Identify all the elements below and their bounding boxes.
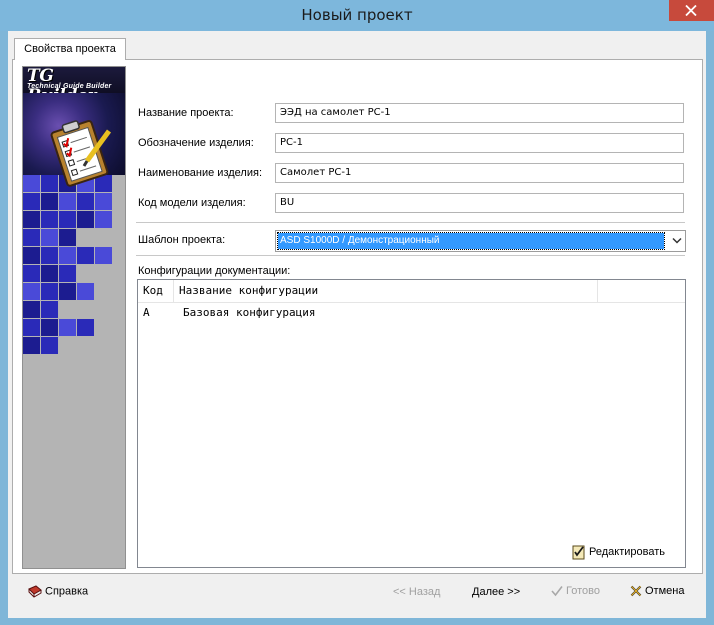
edit-button[interactable]: Редактировать [572, 544, 665, 560]
product-name-label: Наименование изделия: [138, 167, 263, 179]
back-button[interactable]: << Назад [393, 586, 440, 598]
help-button-label: Справка [45, 585, 89, 598]
window-title: Новый проект [301, 6, 413, 24]
config-code: A [143, 306, 150, 319]
template-selected-value: ASD S1000D / Демонстрационный [277, 232, 665, 250]
done-button-label: Готово [566, 585, 600, 597]
tab-panel: TG Builder Technical Guide Builder [12, 59, 703, 574]
checkmark-icon [551, 586, 563, 597]
project-name-label: Название проекта: [138, 107, 234, 119]
edit-button-label: Редактировать [589, 545, 665, 558]
help-button[interactable]: Справка [28, 585, 88, 598]
designation-label: Обозначение изделия: [138, 137, 254, 149]
edit-checklist-icon [572, 545, 585, 560]
tg-builder-logo: TG Builder Technical Guide Builder [23, 67, 125, 106]
dialog-body: Свойства проекта TG Builder Technical Gu… [8, 31, 706, 618]
column-header-code[interactable]: Код [138, 280, 174, 302]
column-header-filler [598, 280, 685, 302]
configs-list[interactable]: Код Название конфигурации A Базовая конф… [137, 279, 686, 568]
template-label: Шаблон проекта: [138, 234, 226, 246]
cancel-button-label: Отмена [645, 585, 685, 597]
template-select[interactable]: ASD S1000D / Демонстрационный [275, 230, 686, 252]
chevron-down-icon [672, 237, 682, 244]
title-bar: Новый проект [0, 0, 714, 31]
cross-icon [630, 585, 642, 597]
separator [136, 222, 685, 224]
close-icon [685, 5, 697, 16]
separator [136, 255, 685, 257]
logo-sub-text: Technical Guide Builder [27, 83, 112, 90]
cancel-button[interactable]: Отмена [630, 585, 684, 597]
table-row[interactable]: A Базовая конфигурация [138, 304, 685, 322]
product-name-field[interactable]: Самолет РС-1 [275, 163, 684, 183]
tab-project-properties[interactable]: Свойства проекта [14, 38, 126, 60]
next-button[interactable]: Далее >> [472, 586, 520, 598]
done-button[interactable]: Готово [551, 585, 600, 597]
model-code-label: Код модели изделия: [138, 197, 246, 209]
model-code-field[interactable]: BU [275, 193, 684, 213]
column-header-config-name[interactable]: Название конфигурации [174, 280, 598, 302]
wizard-side-image: TG Builder Technical Guide Builder [22, 66, 126, 569]
configs-list-header: Код Название конфигурации [138, 280, 685, 303]
close-button[interactable] [669, 0, 714, 21]
config-name: Базовая конфигурация [183, 306, 316, 319]
book-icon [28, 585, 42, 598]
project-name-field[interactable]: ЭЭД на самолет РС-1 [275, 103, 684, 123]
configs-label: Конфигурации документации: [138, 265, 291, 277]
clipboard-icon [50, 120, 112, 187]
designation-field[interactable]: РС-1 [275, 133, 684, 153]
